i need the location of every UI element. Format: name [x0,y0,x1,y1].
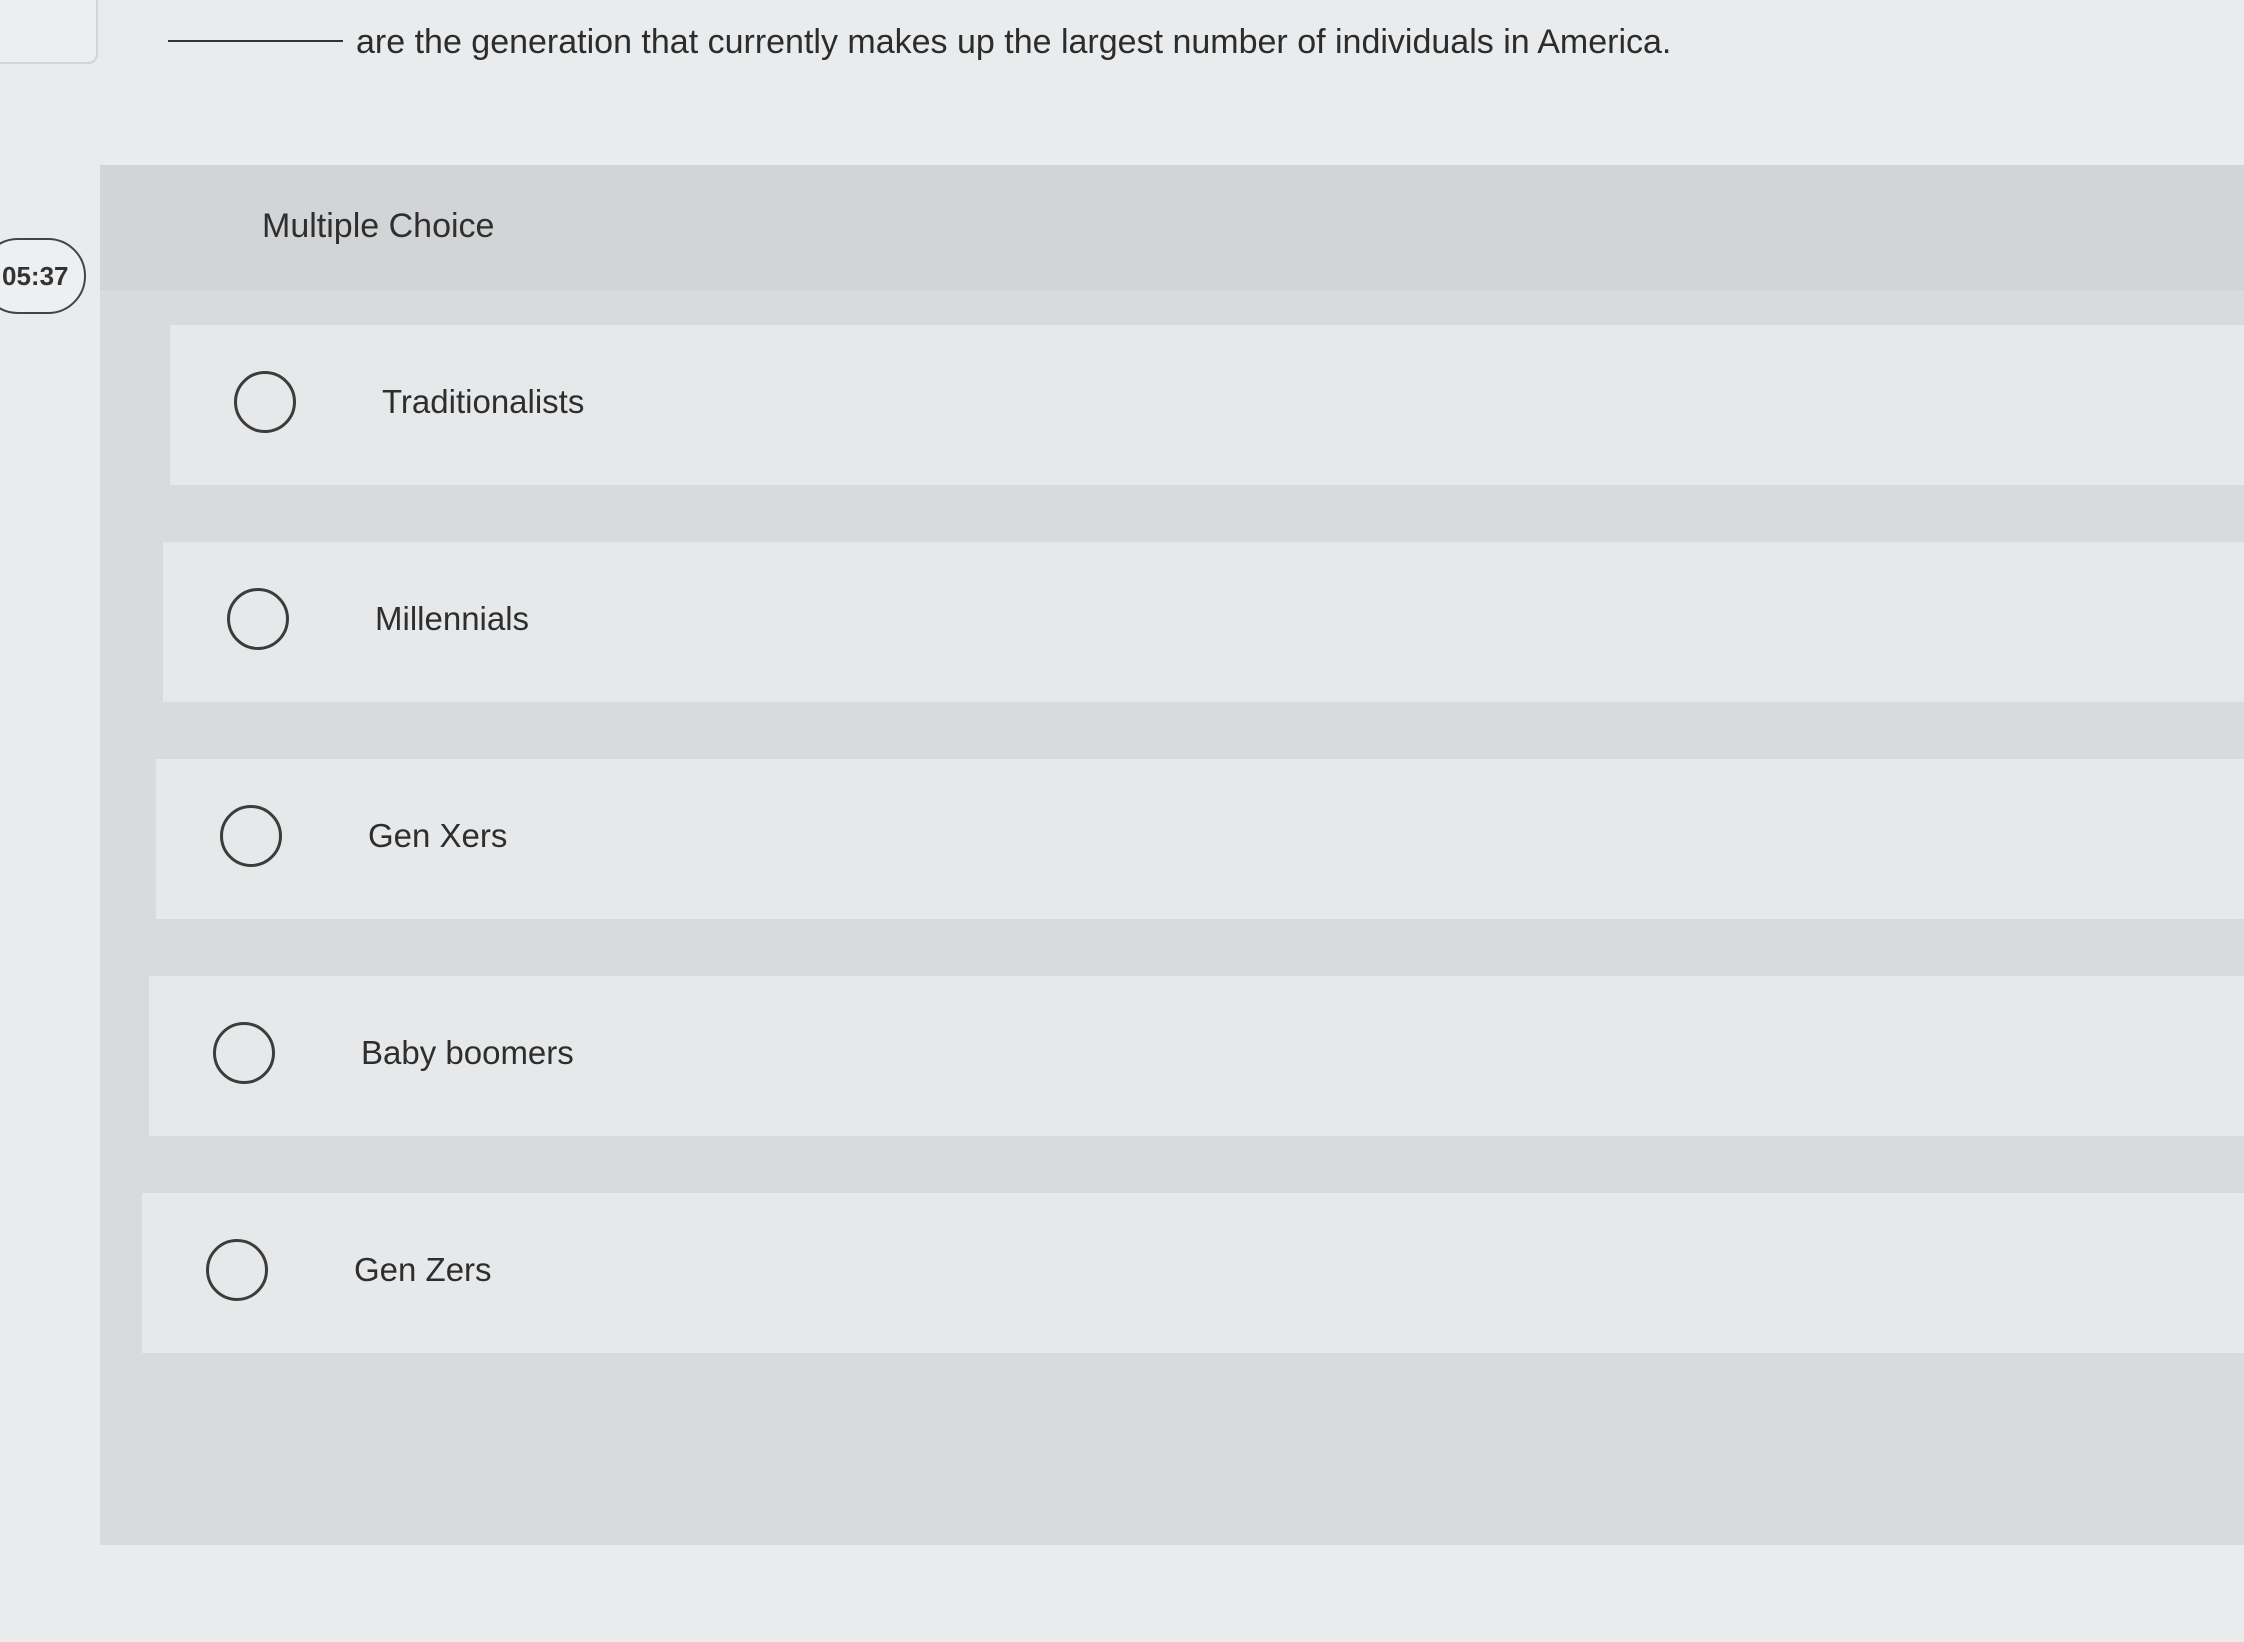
multiple-choice-panel: Multiple Choice Traditionalists Millenni… [100,165,2244,1545]
radio-button[interactable] [234,371,296,433]
question-type-label: Multiple Choice [262,207,495,245]
radio-button[interactable] [206,1239,268,1301]
answer-options: Traditionalists Millennials Gen Xers Bab… [100,325,2244,1410]
option-label: Gen Xers [368,817,508,854]
answer-option-millennials[interactable]: Millennials [163,542,2244,702]
corner-frame [0,0,98,64]
timer-badge: 05:37 [0,238,86,314]
question-stem: are the generation that currently makes … [168,10,2168,100]
option-label: Traditionalists [382,383,585,420]
answer-option-traditionalists[interactable]: Traditionalists [170,325,2244,485]
option-label: Gen Zers [354,1251,492,1288]
radio-button[interactable] [213,1022,275,1084]
question-text: are the generation that currently makes … [356,23,1672,61]
radio-button[interactable] [227,588,289,650]
timer-value: 05:37 [2,261,69,291]
answer-option-baby-boomers[interactable]: Baby boomers [149,976,2244,1136]
option-label: Baby boomers [361,1034,574,1071]
answer-blank [168,40,343,42]
radio-button[interactable] [220,805,282,867]
option-label: Millennials [375,600,530,637]
answer-option-gen-zers[interactable]: Gen Zers [142,1193,2244,1353]
question-type-header: Multiple Choice [100,165,2244,290]
answer-option-gen-xers[interactable]: Gen Xers [156,759,2244,919]
